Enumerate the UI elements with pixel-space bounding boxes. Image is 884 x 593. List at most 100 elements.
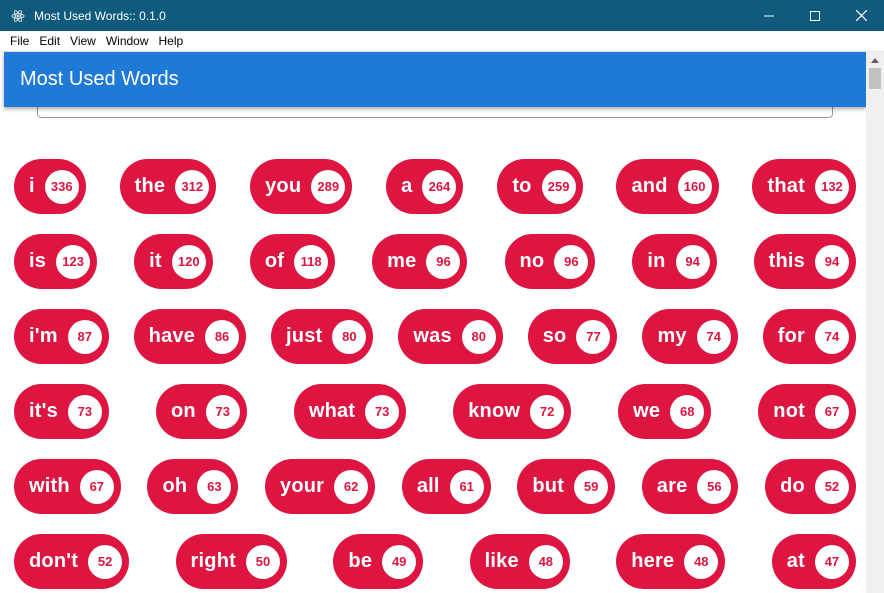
chip-count: 312 [175, 169, 210, 204]
word-chip[interactable]: know 72 [453, 384, 572, 439]
chip-word: is [29, 250, 47, 272]
chip-word: to [512, 175, 532, 197]
word-chip[interactable]: on 73 [155, 384, 247, 439]
chip-count: 56 [697, 469, 732, 504]
word-chip[interactable]: that 132 [752, 159, 856, 214]
word-chip[interactable]: your 62 [265, 459, 376, 514]
word-chip[interactable]: a 264 [386, 159, 464, 214]
word-chip[interactable]: i 336 [14, 159, 86, 214]
chip-word: right [190, 550, 236, 572]
chip-row: it's 73 on 73 what 73 know 72 we 68 not 67 [14, 384, 856, 439]
word-chip[interactable]: is 123 [14, 234, 98, 289]
menu-view[interactable]: View [65, 34, 101, 48]
word-chip[interactable]: be 49 [333, 534, 424, 589]
word-chip[interactable]: just 80 [271, 309, 374, 364]
chip-word: the [134, 175, 166, 197]
word-chip[interactable]: oh 63 [147, 459, 239, 514]
word-chip[interactable]: in 94 [632, 234, 717, 289]
chip-count: 63 [197, 469, 232, 504]
word-chip[interactable]: i'm 87 [14, 309, 109, 364]
chip-word: be [348, 550, 373, 572]
word-chip[interactable]: don't 52 [14, 534, 130, 589]
word-chip[interactable]: but 59 [517, 459, 616, 514]
chip-word: of [264, 250, 285, 272]
word-chip[interactable]: of 118 [249, 234, 336, 289]
title-bar[interactable]: Most Used Words:: 0.1.0 [0, 0, 884, 31]
chip-count: 87 [67, 319, 102, 354]
word-chip[interactable]: for 74 [762, 309, 856, 364]
close-button[interactable] [838, 0, 884, 31]
word-chip-grid: i 336 the 312 you 289 a 264 to 259 and 160 tha… [14, 159, 856, 593]
word-chip[interactable]: this 94 [753, 234, 856, 289]
chip-count: 73 [67, 394, 102, 429]
word-chip[interactable]: and 160 [616, 159, 719, 214]
word-chip[interactable]: are 56 [641, 459, 739, 514]
chip-count: 49 [382, 544, 417, 579]
scrollbar-thumb[interactable] [869, 68, 881, 89]
word-chip[interactable]: do 52 [765, 459, 856, 514]
chip-count: 94 [814, 244, 849, 279]
file-input-box[interactable] [37, 107, 833, 118]
word-chip[interactable]: me 96 [372, 234, 468, 289]
chip-word: it's [29, 400, 58, 422]
menu-edit[interactable]: Edit [34, 34, 65, 48]
word-chip[interactable]: the 312 [119, 159, 217, 214]
word-chip[interactable]: with 67 [14, 459, 121, 514]
minimize-button[interactable] [746, 0, 792, 31]
word-chip[interactable]: here 48 [616, 534, 726, 589]
chip-count: 74 [696, 319, 731, 354]
word-chip[interactable]: it 120 [134, 234, 213, 289]
menu-window[interactable]: Window [101, 34, 154, 48]
chip-count: 68 [670, 394, 705, 429]
chip-word: it [149, 250, 162, 272]
chip-word: your [280, 475, 325, 497]
chip-word: my [657, 325, 687, 347]
word-chip[interactable]: you 289 [250, 159, 353, 214]
chip-count: 132 [814, 169, 849, 204]
chip-word: do [780, 475, 805, 497]
app-window: Most Used Words:: 0.1.0 File Edit View W… [0, 0, 884, 593]
chip-row: don't 52 right 50 be 49 like 48 here 48 at 47 [14, 534, 856, 589]
chip-count: 61 [449, 469, 484, 504]
word-chip[interactable]: to 259 [497, 159, 583, 214]
chip-count: 160 [677, 169, 712, 204]
chip-count: 123 [56, 244, 91, 279]
vertical-scrollbar[interactable] [866, 52, 884, 593]
word-chip[interactable]: my 74 [642, 309, 738, 364]
chip-word: no [519, 250, 545, 272]
scroll-up-icon[interactable] [866, 52, 884, 68]
word-chip[interactable]: it's 73 [14, 384, 109, 439]
chip-word: what [308, 400, 356, 422]
chip-count: 80 [461, 319, 496, 354]
chip-word: a [401, 175, 413, 197]
word-chip[interactable]: not 67 [758, 384, 856, 439]
chip-count: 73 [205, 394, 240, 429]
word-chip[interactable]: what 73 [293, 384, 407, 439]
chip-word: we [633, 400, 661, 422]
chip-word: so [542, 325, 567, 347]
chip-count: 289 [311, 169, 346, 204]
word-chip[interactable]: so 77 [527, 309, 618, 364]
chip-count: 59 [574, 469, 609, 504]
word-chip[interactable]: like 48 [469, 534, 570, 589]
word-chip[interactable]: at 47 [771, 534, 856, 589]
word-chip[interactable]: no 96 [504, 234, 596, 289]
word-chip[interactable]: we 68 [618, 384, 712, 439]
close-icon [855, 10, 867, 21]
chip-count: 52 [88, 544, 123, 579]
word-chip[interactable]: have 86 [133, 309, 247, 364]
maximize-button[interactable] [792, 0, 838, 31]
menu-file[interactable]: File [0, 34, 34, 48]
word-chip[interactable]: all 61 [401, 459, 491, 514]
menu-help[interactable]: Help [154, 34, 189, 48]
chip-count: 80 [332, 319, 367, 354]
chip-word: that [767, 175, 805, 197]
chip-count: 264 [422, 169, 457, 204]
chip-word: at [786, 550, 805, 572]
word-chip[interactable]: was 80 [398, 309, 503, 364]
chip-row: with 67 oh 63 your 62 all 61 but 59 are 56 do 5… [14, 459, 856, 514]
word-chip[interactable]: right 50 [175, 534, 287, 589]
chip-word: not [773, 400, 805, 422]
chip-count: 74 [815, 319, 849, 354]
app-bar: Most Used Words [4, 52, 866, 107]
